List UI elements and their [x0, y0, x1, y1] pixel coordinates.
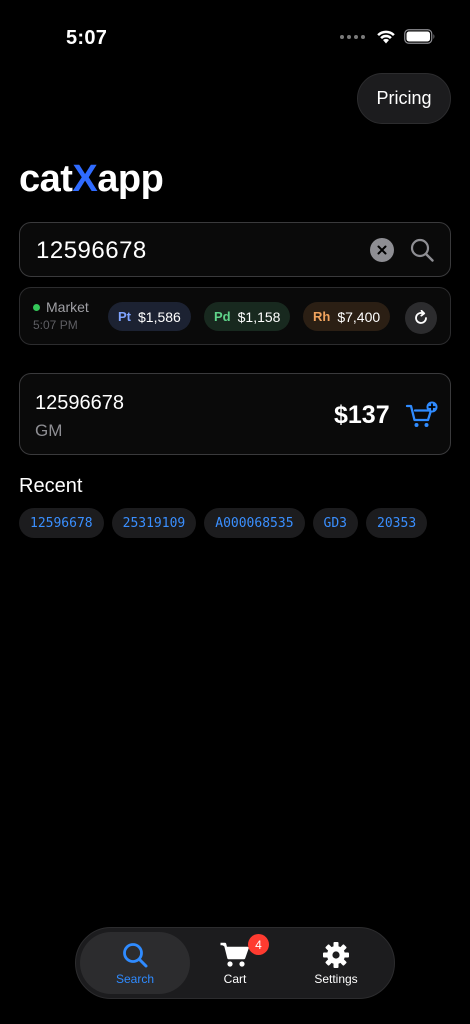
refresh-icon[interactable] [405, 302, 437, 334]
recent-item[interactable]: 20353 [366, 508, 428, 538]
cart-count-badge: 4 [248, 934, 269, 955]
tab-label: Settings [314, 971, 358, 986]
cart-icon [220, 942, 249, 967]
tab-search[interactable]: Search [80, 932, 190, 994]
logo-suffix: app [97, 158, 164, 200]
result-price: $137 [334, 401, 390, 429]
gear-icon [323, 941, 349, 968]
metal-price: $1,158 [237, 308, 281, 325]
wifi-icon [377, 30, 395, 44]
tab-label: Cart [223, 971, 247, 986]
metal-symbol: Rh [313, 309, 331, 324]
tab-label: Search [115, 971, 155, 986]
app-logo: catXapp [19, 158, 164, 201]
recent-title: Recent [19, 475, 83, 497]
recent-item[interactable]: 12596678 [19, 508, 104, 538]
logo-highlight: X [72, 158, 98, 200]
search-icon[interactable] [408, 236, 436, 264]
market-label: Market [46, 299, 89, 315]
tab-settings[interactable]: Settings [291, 932, 381, 994]
status-icons [340, 29, 436, 44]
status-time: 5:07 [66, 27, 108, 49]
recent-item[interactable]: 25319109 [111, 508, 197, 538]
metal-symbol: Pt [118, 309, 131, 324]
status-bar: 5:07 [0, 0, 470, 70]
search-input[interactable]: 12596678 [36, 237, 147, 265]
search-icon [123, 942, 148, 967]
metal-price-palladium: Pd $1,158 [204, 302, 291, 331]
cellular-signal-icon [340, 34, 365, 39]
recent-list[interactable]: 12596678 25319109 A000068535 GD3 20353 [19, 508, 451, 540]
market-prices-bar: Market 5:07 PM Pt $1,586 Pd $1,158 Rh $7… [19, 287, 451, 345]
metal-symbol: Pd [214, 309, 231, 324]
result-make: GM [35, 421, 63, 440]
pricing-button[interactable]: Pricing [357, 73, 451, 124]
battery-icon [404, 29, 435, 44]
add-to-cart-icon[interactable] [405, 401, 439, 431]
metal-price: $7,400 [337, 308, 381, 325]
tab-bar: Search Cart 4 Settings [75, 927, 395, 999]
recent-item[interactable]: A000068535 [204, 508, 305, 538]
metal-price: $1,586 [138, 308, 181, 325]
logo-prefix: cat [19, 158, 73, 200]
search-field[interactable]: 12596678 [19, 222, 451, 277]
metal-price-rhodium: Rh $7,400 [303, 302, 391, 331]
result-part-number: 12596678 [35, 392, 124, 414]
metal-price-platinum: Pt $1,586 [108, 302, 191, 331]
market-time: 5:07 PM [33, 318, 78, 332]
result-card[interactable]: 12596678 GM $137 [19, 373, 451, 455]
market-status: Market 5:07 PM [33, 299, 89, 332]
market-open-dot [33, 303, 40, 311]
recent-item[interactable]: GD3 [312, 508, 359, 538]
clear-icon[interactable] [370, 238, 394, 262]
